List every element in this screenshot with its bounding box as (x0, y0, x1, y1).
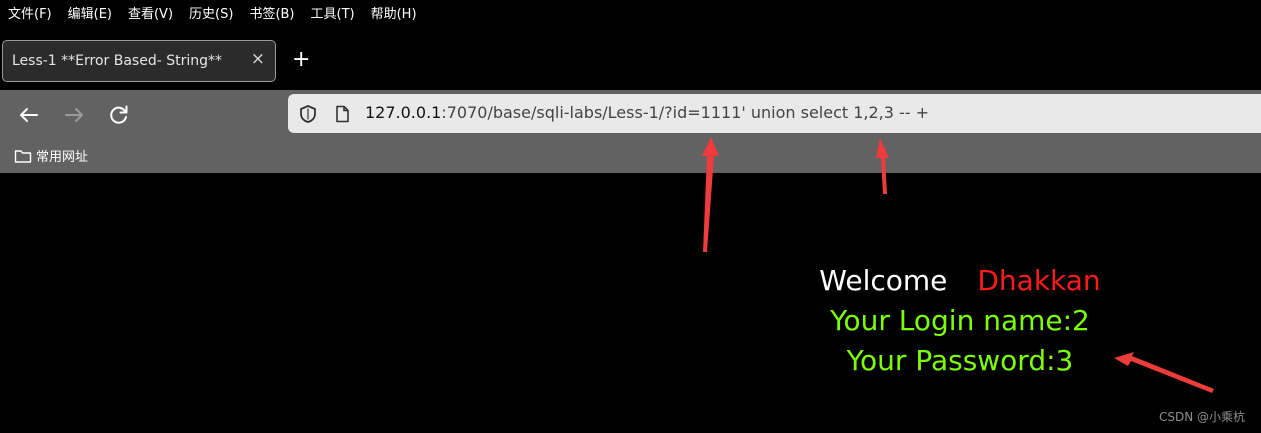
bookmarks-bar: 常用网址 (0, 140, 1261, 173)
bookmark-common-sites[interactable]: 常用网址 (14, 146, 88, 165)
forward-button[interactable] (61, 100, 87, 130)
reload-button[interactable] (106, 100, 132, 130)
menu-edit[interactable]: 编辑(E) (68, 3, 112, 22)
menu-bar: 文件(F) 编辑(E) 查看(V) 历史(S) 书签(B) 工具(T) 帮助(H… (0, 0, 1261, 24)
bookmark-label: 常用网址 (36, 150, 89, 165)
url-bar[interactable]: 127.0.0.1:7070/base/sqli-labs/Less-1/?id… (288, 94, 1261, 133)
url-text[interactable]: 127.0.0.1:7070/base/sqli-labs/Less-1/?id… (365, 103, 929, 122)
menu-file[interactable]: 文件(F) (8, 3, 52, 22)
welcome-text: Welcome (819, 264, 948, 297)
welcome-name: Dhakkan (977, 264, 1101, 297)
menu-view[interactable]: 查看(V) (128, 3, 173, 22)
tab-title: Less-1 **Error Based- String** (12, 53, 222, 69)
reload-icon (110, 105, 128, 124)
menu-bookmarks[interactable]: 书签(B) (249, 3, 294, 22)
page-info-icon[interactable] (334, 105, 350, 123)
page-content: Welcome Dhakkan Your Login name:2 Your Pa… (0, 173, 1261, 433)
url-path: :7070/base/sqli-labs/Less-1/?id=1111' un… (441, 103, 930, 122)
tab-less-1[interactable]: Less-1 **Error Based- String** × (2, 40, 276, 82)
folder-icon (14, 149, 32, 163)
query-result: Welcome Dhakkan Your Login name:2 Your Pa… (780, 261, 1140, 381)
login-name-text: Your Login name:2 (830, 304, 1090, 337)
watermark: CSDN @小乘杭 (1158, 410, 1245, 424)
back-button[interactable] (16, 100, 42, 130)
menu-help[interactable]: 帮助(H) (371, 3, 417, 22)
tab-strip: Less-1 **Error Based- String** × + (0, 24, 1261, 90)
welcome-line: Welcome Dhakkan (780, 261, 1140, 301)
password-text: Your Password:3 (846, 344, 1074, 377)
new-tab-button[interactable]: + (292, 49, 310, 71)
close-icon[interactable]: × (251, 49, 265, 69)
menu-tools[interactable]: 工具(T) (311, 3, 355, 22)
shield-icon[interactable] (298, 104, 318, 124)
menu-history[interactable]: 历史(S) (189, 3, 233, 22)
url-host: 127.0.0.1 (365, 103, 442, 122)
navigation-toolbar: 127.0.0.1:7070/base/sqli-labs/Less-1/?id… (0, 90, 1261, 140)
arrow-right-icon (65, 108, 83, 122)
arrow-left-icon (20, 108, 38, 122)
